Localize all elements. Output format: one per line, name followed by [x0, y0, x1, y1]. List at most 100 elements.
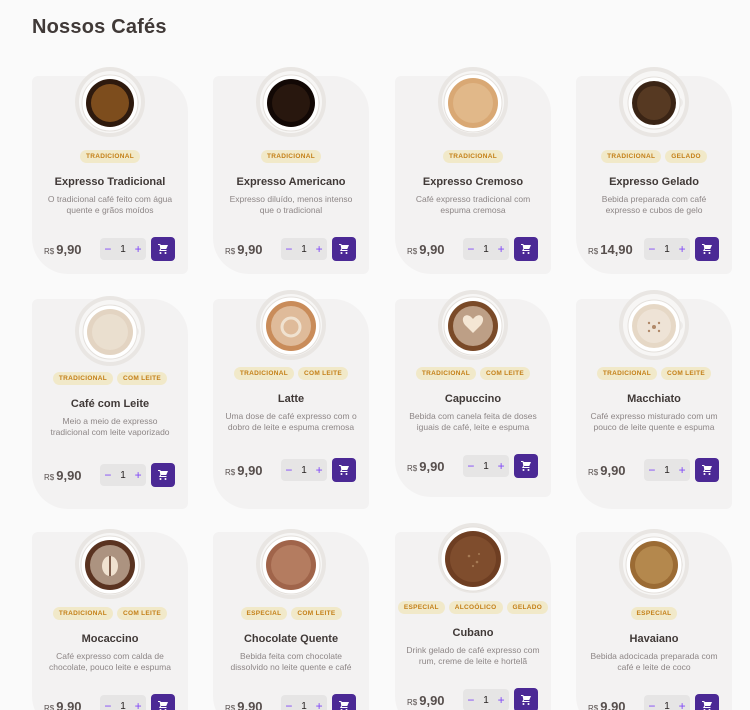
plus-button[interactable]: +: [135, 243, 142, 255]
product-name: Mocaccino: [81, 633, 139, 645]
product-description: Uma dose de café expresso com o dobro de…: [225, 411, 357, 432]
product-name: Latte: [277, 393, 305, 405]
add-to-cart-button[interactable]: [332, 694, 356, 710]
product-card: ESPECIAL COM LEITE Chocolate Quente Bebid…: [213, 529, 369, 710]
coffee-cup-icon: [438, 67, 508, 137]
coffee-cup-icon: [75, 296, 145, 366]
product-card: TRADICIONAL COM LEITE Macchiato Café expr…: [576, 290, 732, 509]
minus-button[interactable]: −: [467, 460, 474, 472]
plus-button[interactable]: +: [498, 460, 505, 472]
coffee-cup-icon: [438, 523, 508, 593]
product-tag: COM LEITE: [291, 607, 342, 620]
product-tag: TRADICIONAL: [601, 150, 662, 163]
quantity-stepper: − 1 +: [281, 238, 327, 260]
price-value: 9,90: [600, 462, 626, 478]
page-title: Nossos Cafés: [32, 16, 167, 38]
plus-button[interactable]: +: [679, 464, 686, 476]
buy-section: R$ 9,90 − 1 +: [407, 454, 541, 478]
add-to-cart-button[interactable]: [151, 237, 175, 261]
product-price: R$ 9,90: [225, 242, 281, 257]
price-value: 9,90: [419, 692, 445, 708]
plus-button[interactable]: +: [316, 700, 323, 710]
quantity-value: 1: [483, 243, 489, 255]
add-to-cart-button[interactable]: [332, 458, 356, 482]
minus-button[interactable]: −: [285, 243, 292, 255]
price-value: 9,90: [56, 241, 82, 257]
coffee-cup-icon: [75, 67, 145, 137]
currency-symbol: R$: [44, 246, 55, 256]
minus-button[interactable]: −: [104, 243, 111, 255]
quantity-stepper: − 1 +: [463, 455, 509, 477]
plus-button[interactable]: +: [316, 464, 323, 476]
add-to-cart-button[interactable]: [514, 688, 538, 710]
minus-button[interactable]: −: [104, 700, 111, 710]
price-value: 9,90: [419, 241, 445, 257]
product-price: R$ 9,90: [407, 693, 463, 708]
product-tags: TRADICIONAL: [213, 150, 369, 163]
minus-button[interactable]: −: [285, 464, 292, 476]
minus-button[interactable]: −: [648, 464, 655, 476]
product-price: R$ 9,90: [588, 463, 644, 478]
minus-button[interactable]: −: [648, 243, 655, 255]
product-price: R$ 9,90: [44, 468, 100, 483]
minus-button[interactable]: −: [467, 694, 474, 706]
shopping-cart-icon: [339, 701, 349, 710]
plus-button[interactable]: +: [498, 694, 505, 706]
product-card: TRADICIONAL COM LEITE Mocaccino Café expr…: [32, 529, 188, 710]
product-name: Expresso Americano: [236, 176, 346, 188]
add-to-cart-button[interactable]: [514, 454, 538, 478]
minus-button[interactable]: −: [104, 469, 111, 481]
minus-button[interactable]: −: [648, 700, 655, 710]
add-to-cart-button[interactable]: [151, 694, 175, 710]
add-to-cart-button[interactable]: [695, 458, 719, 482]
product-price: R$ 9,90: [407, 242, 463, 257]
coffee-cup-icon: [438, 290, 508, 360]
add-to-cart-button[interactable]: [695, 237, 719, 261]
product-name: Havaiano: [629, 633, 679, 645]
currency-symbol: R$: [407, 463, 418, 473]
product-card: TRADICIONAL COM LEITE Café com Leite Meio…: [32, 296, 188, 509]
product-tag: ALCOÓLICO: [448, 601, 503, 614]
add-to-cart-button[interactable]: [151, 463, 175, 487]
quantity-value: 1: [301, 464, 307, 476]
currency-symbol: R$: [44, 703, 55, 710]
product-tags: TRADICIONAL COM LEITE: [32, 607, 188, 620]
buy-section: R$ 14,90 − 1 +: [588, 237, 722, 261]
plus-button[interactable]: +: [135, 469, 142, 481]
buy-section: R$ 9,90 − 1 +: [588, 694, 722, 710]
currency-symbol: R$: [225, 703, 236, 710]
product-image: [618, 528, 690, 600]
add-to-cart-button[interactable]: [695, 694, 719, 710]
plus-button[interactable]: +: [679, 700, 686, 710]
product-tag: TRADICIONAL: [79, 150, 141, 163]
quantity-stepper: − 1 +: [100, 695, 146, 710]
quantity-stepper: − 1 +: [644, 238, 690, 260]
plus-button[interactable]: +: [498, 243, 505, 255]
product-tag: COM LEITE: [479, 367, 531, 380]
product-tags: TRADICIONAL: [395, 150, 551, 163]
quantity-value: 1: [120, 243, 126, 255]
product-description: Café expresso com calda de chocolate, po…: [49, 651, 171, 672]
add-to-cart-button[interactable]: [332, 237, 356, 261]
plus-button[interactable]: +: [135, 700, 142, 710]
add-to-cart-button[interactable]: [514, 237, 538, 261]
plus-button[interactable]: +: [316, 243, 323, 255]
plus-button[interactable]: +: [679, 243, 686, 255]
product-tags: TRADICIONAL COM LEITE: [576, 367, 732, 380]
coffee-cup-icon: [256, 290, 326, 360]
product-price: R$ 9,90: [588, 699, 644, 710]
minus-button[interactable]: −: [285, 700, 292, 710]
minus-button[interactable]: −: [467, 243, 474, 255]
currency-symbol: R$: [225, 467, 236, 477]
coffee-cup-icon: [619, 67, 689, 137]
currency-symbol: R$: [407, 697, 418, 707]
product-tags: ESPECIAL COM LEITE: [213, 607, 369, 620]
product-tag: TRADICIONAL: [415, 367, 476, 380]
product-image: [74, 528, 146, 600]
quantity-stepper: − 1 +: [644, 459, 690, 481]
product-description: Bebida adocicada preparada com café e le…: [590, 651, 718, 672]
coffee-cup-icon: [256, 529, 326, 599]
shopping-cart-icon: [521, 695, 531, 705]
product-tag: COM LEITE: [116, 372, 168, 385]
product-image: [618, 66, 690, 138]
